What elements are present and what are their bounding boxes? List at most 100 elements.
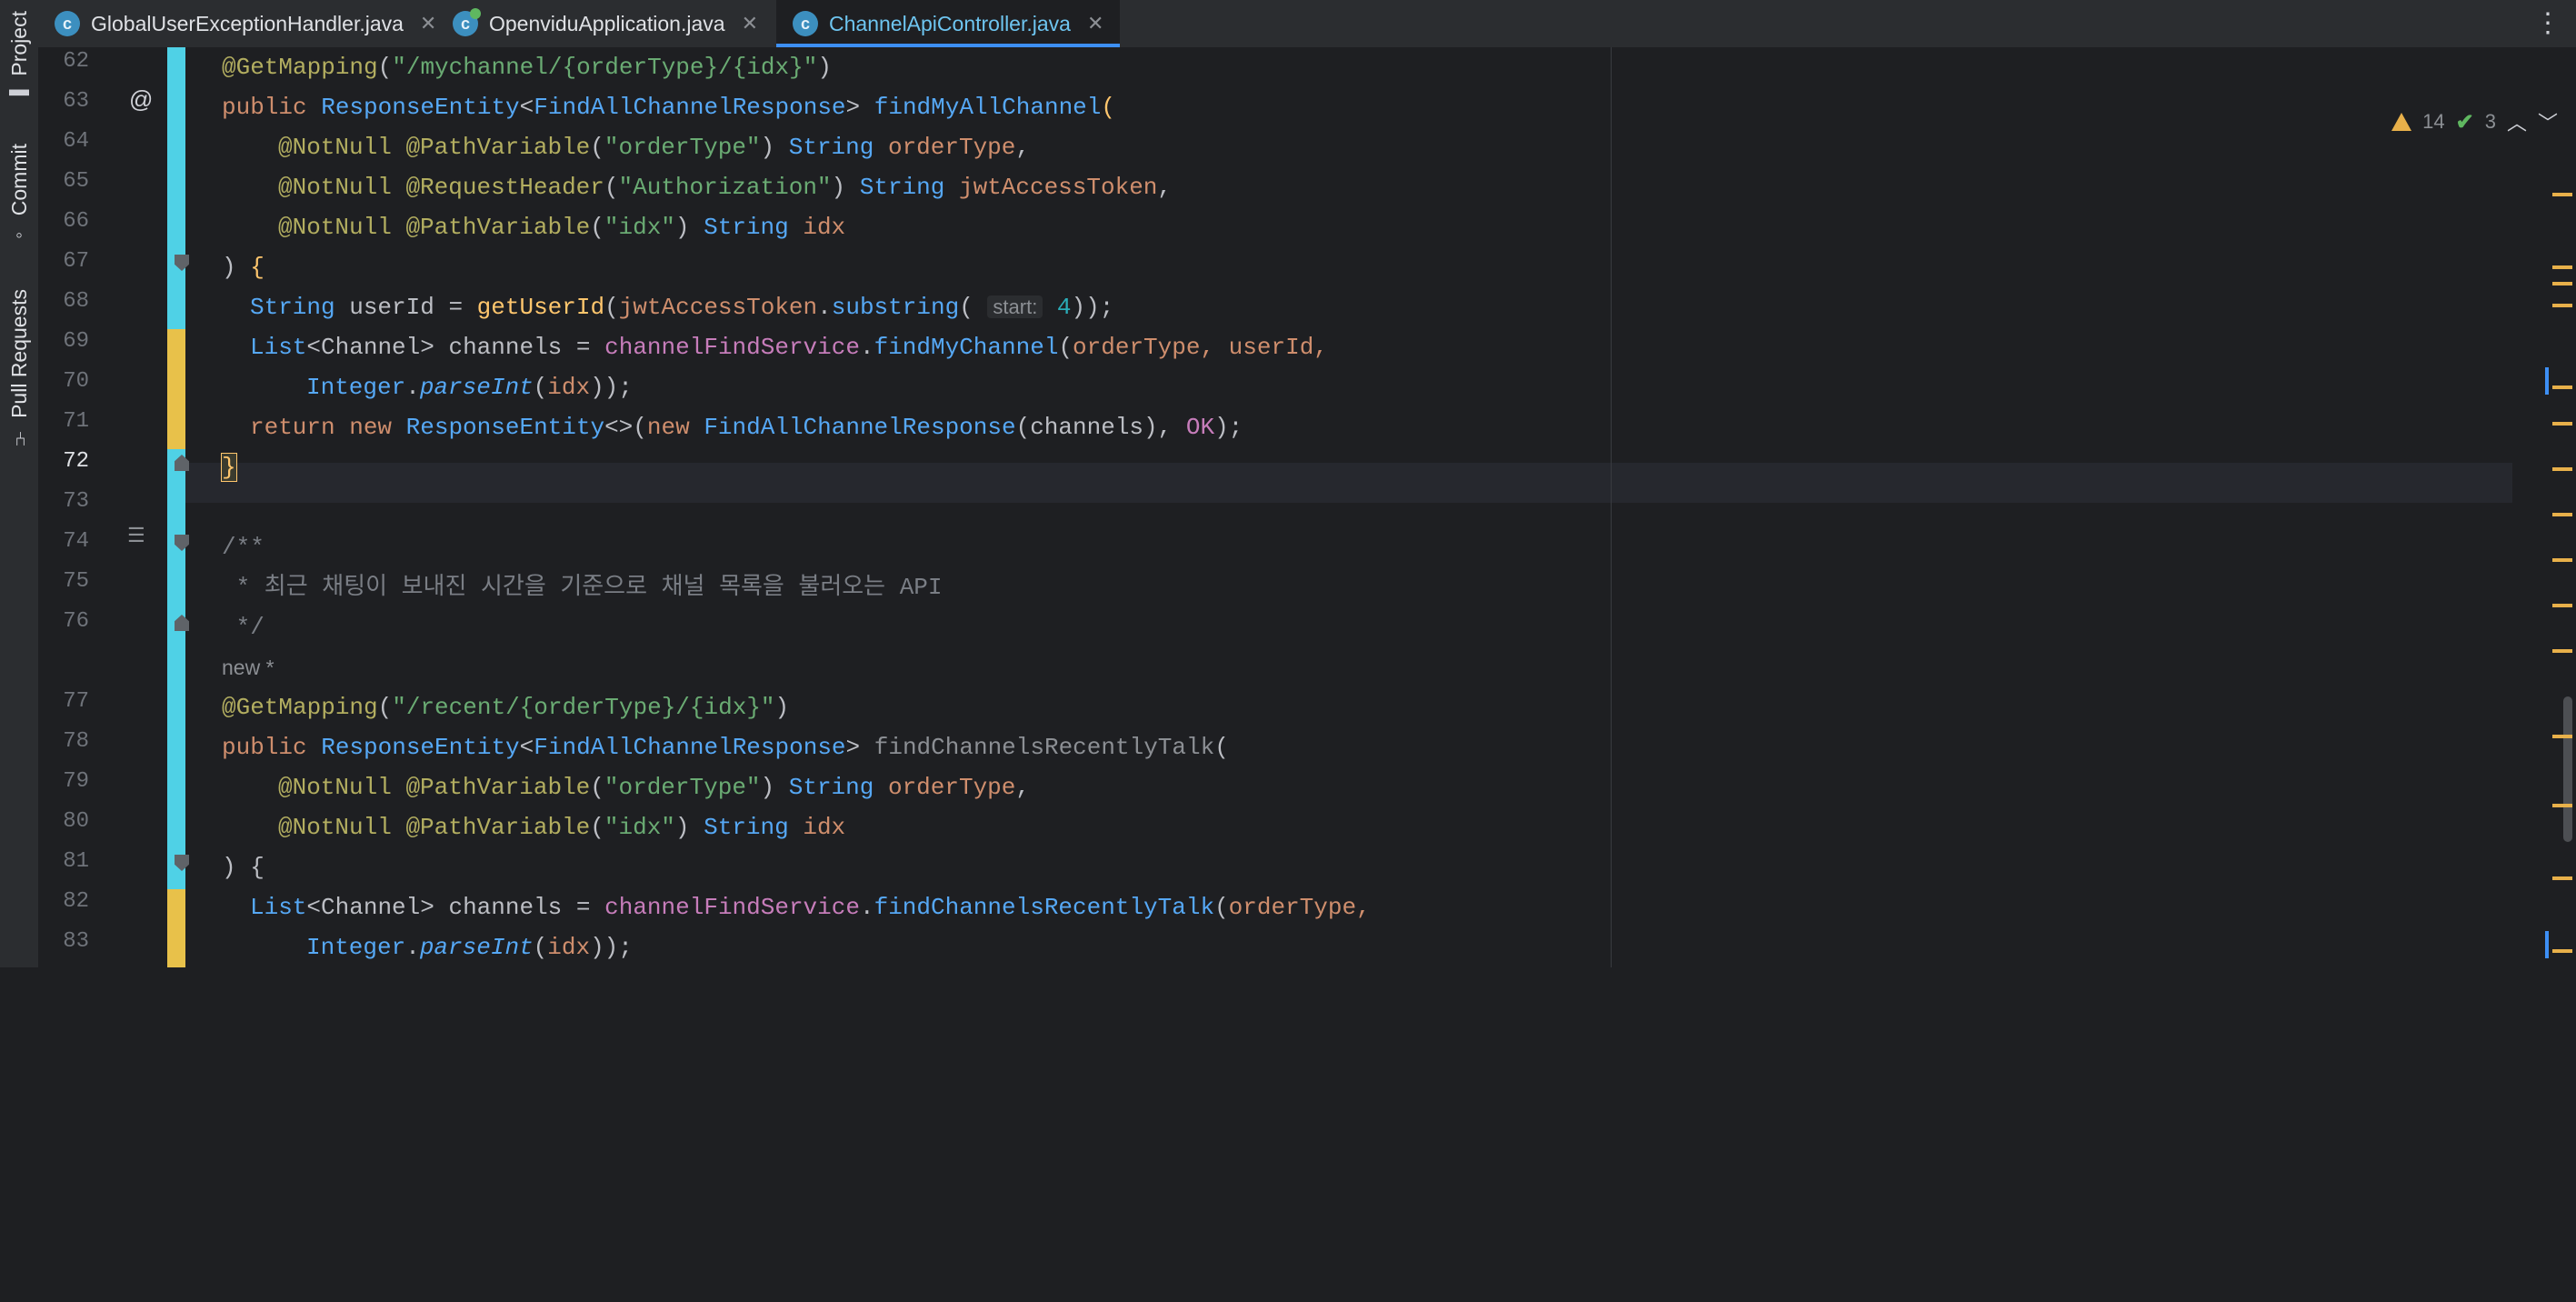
- code-token: ));: [1071, 294, 1114, 321]
- doc-comment: */: [222, 614, 265, 641]
- code-line-62: @GetMapping("/mychannel/{orderType}/{idx…: [222, 47, 832, 87]
- pull-request-icon: ⑂: [7, 426, 30, 447]
- code-token: (: [1058, 334, 1073, 361]
- code-token: channels: [448, 894, 576, 921]
- line-number: 77: [63, 689, 89, 714]
- warning-marker[interactable]: [2552, 876, 2572, 880]
- warning-marker[interactable]: [2552, 467, 2572, 471]
- code-token: <: [519, 734, 534, 761]
- code-token: ));: [590, 934, 633, 961]
- code-token: Channel: [321, 334, 421, 361]
- code-line-78: public ResponseEntity<FindAllChannelResp…: [222, 727, 1229, 767]
- code-editor[interactable]: 62 63 64 65 66 67 68 69 70 71 72 73 74 7…: [38, 47, 2576, 967]
- vcs-modified-marker[interactable]: [167, 889, 185, 967]
- code-token: );: [1214, 414, 1243, 441]
- warning-marker[interactable]: [2552, 735, 2572, 738]
- code-token: (: [1101, 94, 1115, 121]
- code-token: findMyAllChannel: [874, 94, 1102, 121]
- code-token: ));: [590, 374, 633, 401]
- code-token: ): [774, 694, 790, 721]
- code-token: parseInt: [419, 374, 534, 401]
- code-token: List: [250, 894, 307, 921]
- mapping-at-icon[interactable]: @: [129, 85, 153, 114]
- code-token: @PathVariable: [405, 774, 591, 801]
- previous-highlight-icon[interactable]: ︿: [2507, 107, 2527, 136]
- code-area[interactable]: @GetMapping("/mychannel/{orderType}/{idx…: [221, 47, 2512, 967]
- java-class-icon: c: [793, 11, 818, 36]
- code-line-72: }: [221, 447, 237, 487]
- project-tool-button[interactable]: ▬ Project: [2, 9, 36, 109]
- code-token: findMyChannel: [874, 334, 1059, 361]
- more-vertical-icon[interactable]: ⋮: [2534, 7, 2561, 39]
- code-token: ): [222, 254, 251, 281]
- close-icon[interactable]: ✕: [742, 12, 758, 35]
- code-line-80: @NotNull @PathVariable("idx") String idx: [222, 807, 845, 847]
- code-token: "Authorization": [618, 174, 832, 201]
- warning-marker[interactable]: [2552, 558, 2572, 562]
- code-token: (: [377, 694, 393, 721]
- vcs-added-marker[interactable]: [167, 47, 185, 967]
- error-stripe[interactable]: [2540, 95, 2576, 967]
- warning-marker[interactable]: [2552, 604, 2572, 607]
- warning-marker[interactable]: [2552, 304, 2572, 307]
- warning-marker[interactable]: [2552, 282, 2572, 285]
- code-line-83: Integer.parseInt(idx));: [222, 927, 633, 967]
- code-token: orderType, userId,: [1073, 334, 1328, 361]
- code-token: ,: [1015, 134, 1031, 161]
- code-token: ,: [1015, 774, 1031, 801]
- tab-openvidu-application[interactable]: c OpenviduApplication.java ✕: [436, 0, 774, 47]
- code-token: findChannelsRecentlyTalk: [874, 734, 1215, 761]
- close-icon[interactable]: ✕: [1087, 12, 1103, 35]
- tool-window-strip: ▬ Project ◦ Commit ⑂ Pull Requests: [0, 0, 39, 967]
- code-token: userId: [349, 294, 449, 321]
- code-token: Channel: [321, 894, 421, 921]
- line-number: 80: [63, 809, 89, 834]
- pull-requests-tool-button[interactable]: ⑂ Pull Requests: [2, 282, 36, 455]
- code-token: (: [604, 174, 619, 201]
- warning-marker[interactable]: [2552, 949, 2572, 953]
- vcs-modified-marker[interactable]: [167, 329, 185, 449]
- close-icon[interactable]: ✕: [420, 12, 436, 35]
- code-line-67: ) {: [222, 247, 265, 287]
- change-marker[interactable]: [2545, 367, 2549, 395]
- editor-gutter: 62 63 64 65 66 67 68 69 70 71 72 73 74 7…: [38, 47, 189, 967]
- change-marker[interactable]: [2545, 931, 2549, 958]
- code-token: ,: [1157, 174, 1173, 201]
- line-number: 67: [63, 249, 89, 274]
- editor-scrollbar-thumb[interactable]: [2563, 696, 2572, 842]
- code-token: ): [674, 214, 704, 241]
- line-number: 65: [63, 169, 89, 194]
- tab-global-user-exception-handler[interactable]: c GlobalUserExceptionHandler.java ✕: [38, 0, 453, 47]
- code-token: ): [674, 814, 704, 841]
- code-token: "/mychannel/{orderType}/{idx}": [392, 54, 818, 81]
- code-token: substring: [831, 294, 960, 321]
- inspection-widget[interactable]: 14 ✔ 3 ︿ ﹀: [2391, 107, 2558, 136]
- line-number: 76: [63, 609, 89, 634]
- code-token: @RequestHeader: [405, 174, 604, 201]
- commit-tool-button[interactable]: ◦ Commit: [2, 136, 36, 255]
- line-number: 62: [63, 49, 89, 74]
- code-token: public: [222, 94, 322, 121]
- parameter-hint: start:: [987, 295, 1043, 318]
- warning-marker[interactable]: [2552, 422, 2572, 426]
- render-doc-icon[interactable]: ☰: [127, 524, 145, 547]
- warning-marker[interactable]: [2552, 513, 2572, 516]
- code-line-77: @GetMapping("/recent/{orderType}/{idx}"): [222, 687, 789, 727]
- warning-marker[interactable]: [2552, 265, 2572, 269]
- warning-count: 14: [2422, 110, 2445, 133]
- warning-marker[interactable]: [2552, 193, 2572, 196]
- tab-channel-api-controller[interactable]: c ChannelApiController.java ✕: [776, 0, 1121, 47]
- warning-marker[interactable]: [2552, 386, 2572, 389]
- ok-count: 3: [2484, 110, 2496, 133]
- code-token: @NotNull: [278, 774, 406, 801]
- warning-marker[interactable]: [2552, 649, 2572, 653]
- code-vision-author[interactable]: new *: [222, 647, 275, 687]
- code-token: channels: [1030, 414, 1144, 441]
- code-token: orderType: [887, 134, 1016, 161]
- code-token: idx: [547, 934, 591, 961]
- code-token: (: [377, 54, 393, 81]
- warning-marker[interactable]: [2552, 804, 2572, 807]
- code-token: String: [859, 174, 959, 201]
- code-token: public: [222, 734, 322, 761]
- code-token: (: [590, 134, 604, 161]
